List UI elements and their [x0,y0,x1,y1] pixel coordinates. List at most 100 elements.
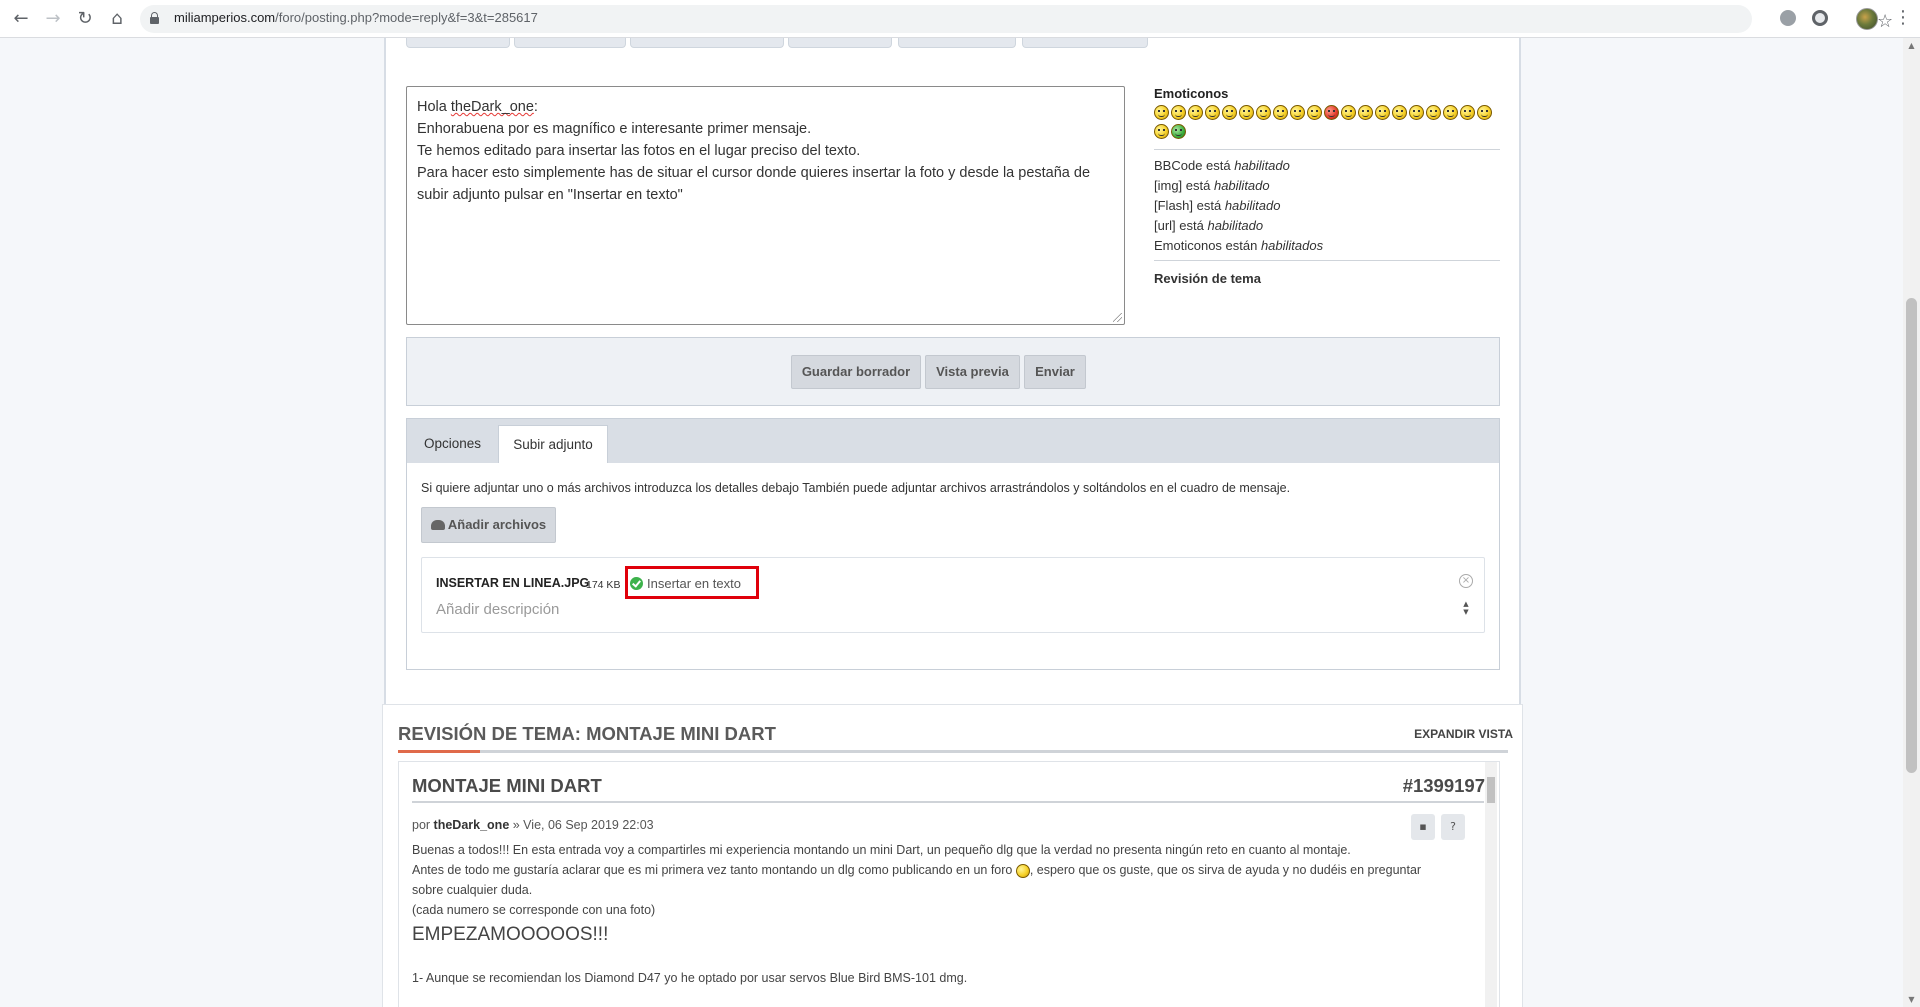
preview-button[interactable]: Vista previa [925,355,1020,389]
bbcode-button[interactable] [406,38,510,48]
message-line: Te hemos editado para insertar las fotos… [417,143,861,159]
profile-avatar[interactable] [1856,8,1878,30]
post-meta: por theDark_one » Vie, 06 Sep 2019 22:03 [412,818,654,832]
save-draft-button[interactable]: Guardar borrador [791,355,921,389]
emoticon-icon[interactable] [1205,105,1220,120]
post-text: Antes de todo me gustaría aclarar que es… [412,863,1016,877]
submit-buttons-box: Guardar borrador Vista previa Enviar [406,337,1500,406]
post-paragraph: 1- Aunque se recomiendan los Diamond D47… [412,971,968,985]
review-scrollbar-thumb[interactable] [1487,777,1495,803]
tab-upload-attachment[interactable]: Subir adjunto [498,425,608,463]
bbcode-button[interactable] [898,38,1016,48]
greeting-suffix: : [533,99,538,115]
message-line: subir adjunto pulsar en "Insertar en tex… [417,187,683,203]
review-scrollbar[interactable] [1485,762,1497,1007]
emoticon-icon[interactable] [1324,105,1339,120]
extension-drive-icon[interactable] [1780,10,1796,26]
attachment-help-text: Si quiere adjuntar uno o más archivos in… [421,481,1291,495]
forward-icon[interactable]: → [41,7,65,31]
topic-review-link[interactable]: Revisión de tema [1154,271,1261,286]
bbcode-button[interactable] [1022,38,1148,48]
topic-review-panel: REVISIÓN DE TEMA: MONTAJE MINI DART EXPA… [382,704,1523,1007]
divider [1154,149,1500,150]
emoticon-icon[interactable] [1477,105,1492,120]
address-bar[interactable]: miliamperios.com/foro/posting.php?mode=r… [140,5,1893,33]
bbcode-button[interactable] [514,38,626,48]
post-title: MONTAJE MINI DART [412,775,602,796]
emoticon-icon[interactable] [1256,105,1271,120]
status-label: BBCode está [1154,158,1235,173]
attachment-description-input[interactable] [436,598,1416,620]
resize-handle[interactable] [1113,313,1122,322]
emoticon-icon[interactable] [1307,105,1322,120]
browser-menu-icon[interactable]: ⋮ [1894,7,1912,28]
cloud-upload-icon [430,519,445,530]
quote-icon[interactable]: ▪ [1411,814,1435,840]
scroll-down-icon[interactable]: ▼ [1907,995,1916,1004]
lock-icon[interactable] [150,12,159,24]
emoticon-icon[interactable] [1154,124,1169,139]
page-scrollbar-thumb[interactable] [1906,298,1917,773]
emoticon-icon[interactable] [1426,105,1441,120]
emoticon-icon[interactable] [1375,105,1390,120]
emoticon-icon[interactable] [1392,105,1407,120]
insert-inline-button[interactable]: Insertar en texto [630,576,741,591]
resize-spinner-icon[interactable]: ▲ ▼ [1461,600,1471,618]
emoticon-icon[interactable] [1188,105,1203,120]
file-size: 174 KB [586,579,621,591]
post-paragraph: sobre cualquier duda. [412,883,533,897]
reload-icon[interactable]: ↻ [73,7,97,31]
home-icon[interactable]: ⌂ [105,7,129,31]
emoticon-icon[interactable] [1222,105,1237,120]
bbcode-button[interactable] [788,38,892,48]
tab-options[interactable]: Opciones [407,425,498,463]
divider [398,750,1508,753]
url-status: [url] está habilitado [1154,218,1263,233]
message-line: Para hacer esto simplemente has de situa… [417,165,1091,181]
url-path: /foro/posting.php?mode=reply&f=3&t=28561… [275,10,538,25]
remove-attachment-icon[interactable]: × [1459,574,1473,588]
help-icon[interactable]: ? [1441,814,1465,840]
emoticon-icon[interactable] [1460,105,1475,120]
extension-circle-icon[interactable] [1812,10,1828,26]
url-host: miliamperios.com [174,10,276,25]
send-button[interactable]: Enviar [1024,355,1086,389]
check-icon [630,577,643,591]
emoticon-icon[interactable] [1409,105,1424,120]
emoticon-icon[interactable] [1341,105,1356,120]
add-files-label: Añadir archivos [447,517,547,532]
emoticon-icon[interactable] [1154,105,1169,120]
add-files-button[interactable]: Añadir archivos [421,507,556,543]
post-paragraph: Buenas a todos!!! En esta entrada voy a … [412,843,1351,857]
post-date: » Vie, 06 Sep 2019 22:03 [509,818,654,832]
message-textarea[interactable]: Hola theDark_one: Enhorabuena por es mag… [406,86,1125,325]
greeting-prefix: Hola [417,99,451,115]
bookmark-star-icon[interactable]: ☆ [1877,11,1893,32]
url-text[interactable]: miliamperios.com/foro/posting.php?mode=r… [174,10,538,25]
emoticon-icon[interactable] [1171,105,1186,120]
emoticon-icon[interactable] [1443,105,1458,120]
expand-view-link[interactable]: EXPANDIR VISTA [1414,727,1513,741]
back-icon[interactable]: ← [9,7,33,31]
status-state: habilitados [1260,238,1324,253]
emoticon-icon[interactable] [1290,105,1305,120]
status-label: [img] está [1154,178,1214,193]
bbcode-button[interactable] [630,38,784,48]
emoticon-icon[interactable] [1358,105,1373,120]
flash-status: [Flash] está habilitado [1154,198,1280,213]
greeting-name: theDark_one [450,99,534,115]
status-label: [url] está [1154,218,1208,233]
post-author-link[interactable]: theDark_one [434,818,510,832]
emoticon-icon[interactable] [1171,124,1186,139]
bbcode-status: BBCode está habilitado [1154,158,1290,173]
page-scrollbar[interactable]: ▲ ▼ [1903,38,1920,1007]
post-paragraph: (cada numero se corresponde con una foto… [412,903,656,917]
emoticon-icon[interactable] [1239,105,1254,120]
emoticon-icon[interactable] [1273,105,1288,120]
post-heading: EMPEZAMOOOOOS!!! [412,924,609,945]
post-text: , espero que os guste, que os sirva de a… [1029,863,1422,877]
post-id-link[interactable]: #1399197 [1403,775,1485,797]
scroll-up-icon[interactable]: ▲ [1907,41,1916,50]
divider [412,801,1484,803]
